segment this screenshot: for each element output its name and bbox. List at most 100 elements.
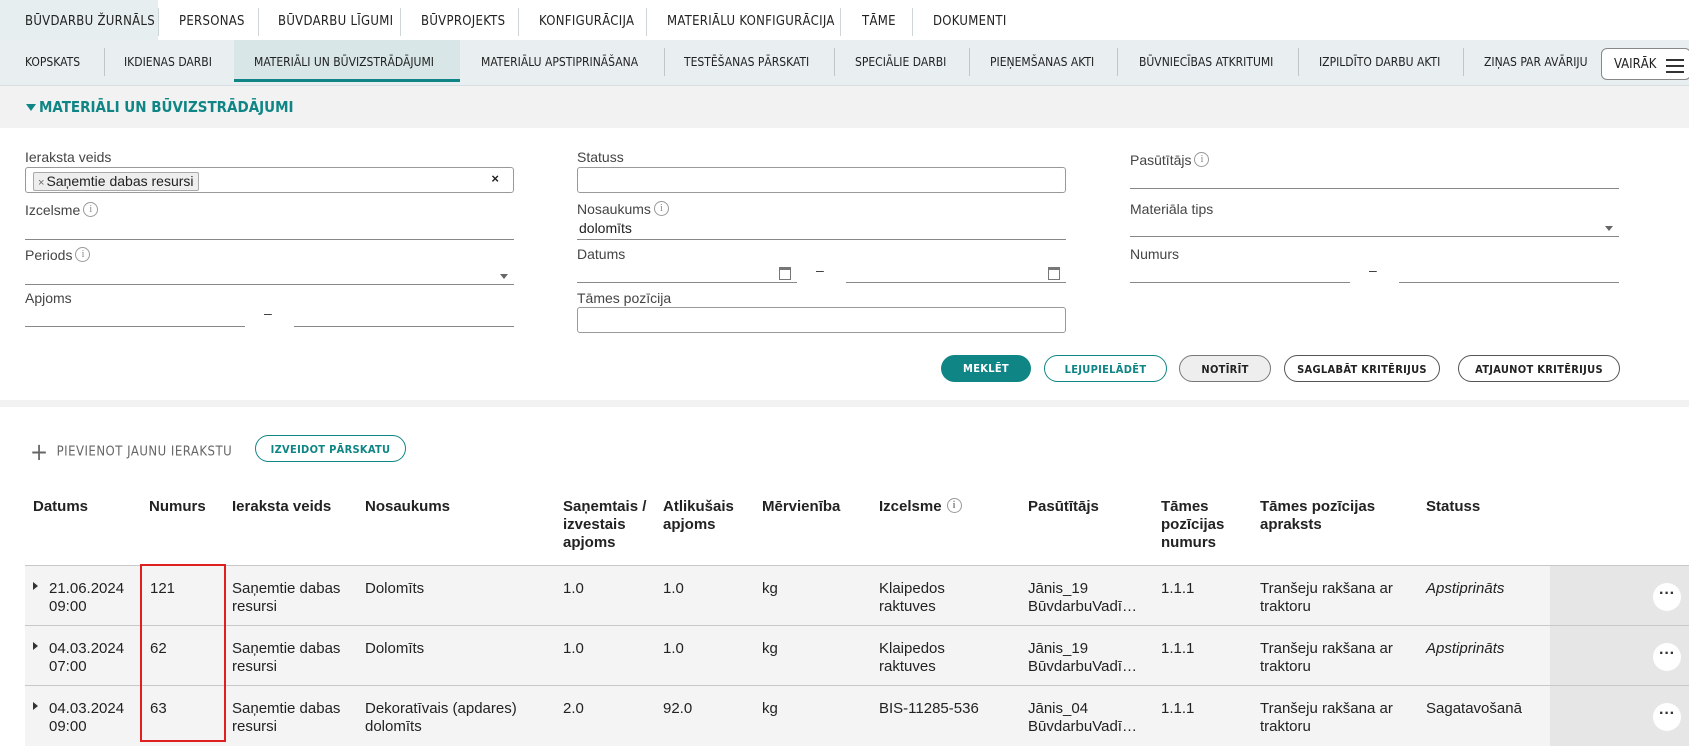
- period-select[interactable]: [25, 264, 514, 285]
- expand-row-icon[interactable]: [33, 582, 38, 590]
- top-tab-dokumenti[interactable]: Dokumenti: [933, 0, 1007, 40]
- customer-label: Pasūtītājs i: [1130, 152, 1210, 168]
- restore-criteria-button[interactable]: Atjaunot kritērijus: [1458, 355, 1620, 382]
- sub-tab-materiali[interactable]: Materiāli un būvizstrādājumi: [234, 40, 460, 82]
- top-tab-materialu-konfiguracija[interactable]: Materiālu konfigurācija: [667, 0, 835, 40]
- cell-est-num: 1.1.1: [1161, 640, 1195, 657]
- chevron-down-icon: [1605, 226, 1613, 231]
- cell-received: 1.0: [563, 580, 584, 597]
- nav-divider: [104, 48, 105, 76]
- download-button[interactable]: Lejupielādēt: [1044, 355, 1167, 382]
- origin-input[interactable]: [25, 219, 514, 240]
- material-type-select[interactable]: [1130, 216, 1619, 237]
- cell-status: Sagatavošanā: [1426, 700, 1522, 717]
- table-row[interactable]: 04.03.2024 07:00 62 Saņemtie dabas resursi…: [25, 625, 1689, 686]
- more-button[interactable]: Vairāk: [1601, 48, 1689, 80]
- volume-from-input[interactable]: [25, 306, 245, 327]
- info-icon[interactable]: i: [83, 202, 99, 217]
- sub-nav: Kopskats Ikdienas darbi Materiāli un būv…: [0, 40, 1689, 86]
- clear-icon[interactable]: ×: [491, 171, 499, 186]
- table-row[interactable]: 21.06.2024 09:00 121 Saņemtie dabas resurs…: [25, 565, 1689, 626]
- section-title: Materiāli un būvizstrādājumi: [26, 98, 294, 116]
- sub-tab-buvniecibas-atkritumi[interactable]: Būvniecības atkritumi: [1139, 40, 1273, 85]
- cell-unit: kg: [762, 700, 778, 717]
- col-header-status[interactable]: Statuss: [1426, 498, 1480, 516]
- info-icon[interactable]: i: [75, 247, 91, 262]
- cell-type: Saņemtie dabas resursi: [232, 580, 340, 616]
- create-report-button[interactable]: Izveidot pārskatu: [255, 435, 406, 462]
- volume-to-input[interactable]: [294, 306, 514, 327]
- name-input[interactable]: dolomīts: [577, 219, 1066, 240]
- sub-tab-izpildito-darbu-akti[interactable]: Izpildīto darbu akti: [1319, 40, 1440, 85]
- collapse-triangle-icon: [26, 104, 36, 111]
- col-header-est-num[interactable]: Tāmes pozīcijas numurs: [1161, 498, 1236, 552]
- sub-tab-ikdienas-darbi[interactable]: Ikdienas darbi: [124, 40, 212, 85]
- clear-button[interactable]: Notīrīt: [1179, 355, 1271, 382]
- sub-tab-kopskats[interactable]: Kopskats: [25, 40, 80, 85]
- col-header-number[interactable]: Numurs: [149, 498, 206, 516]
- sub-tab-pienemsanas-akti[interactable]: Pieņemšanas akti: [990, 40, 1094, 85]
- record-type-select[interactable]: × Saņemtie dabas resursi ×: [25, 167, 514, 193]
- add-new-record-link[interactable]: + Pievienot jaunu ierakstu: [30, 438, 232, 466]
- top-tab-buvprojekts[interactable]: Būvprojekts: [421, 0, 505, 40]
- cell-remaining: 1.0: [663, 640, 684, 657]
- info-icon[interactable]: i: [1194, 152, 1210, 167]
- col-header-type[interactable]: Ieraksta veids: [232, 498, 331, 516]
- calendar-icon[interactable]: [1048, 267, 1060, 280]
- number-from-input[interactable]: [1130, 262, 1350, 283]
- nav-divider: [969, 48, 970, 76]
- table-row[interactable]: 04.03.2024 09:00 63 Saņemtie dabas resursi…: [25, 685, 1689, 746]
- more-actions-icon[interactable]: ···: [1653, 643, 1681, 671]
- cell-origin-line2: raktuves: [879, 658, 936, 675]
- cell-name: Dolomīts: [365, 580, 424, 598]
- col-header-remaining[interactable]: Atlikušais apjoms: [663, 498, 748, 534]
- col-header-name[interactable]: Nosaukums: [365, 498, 450, 516]
- cell-customer: Jānis_19 BūvdarbuVadī…: [1028, 640, 1137, 676]
- sub-tab-testesanas-parskati[interactable]: Testēšanas pārskati: [684, 40, 809, 85]
- date-from-input[interactable]: [577, 262, 797, 283]
- range-dash: –: [816, 262, 824, 278]
- name-label-text: Nosaukums: [577, 201, 651, 217]
- estimate-pos-input[interactable]: [577, 307, 1066, 333]
- period-label: Periods i: [25, 247, 91, 263]
- top-tab-buvdarbu-zurnals[interactable]: Būvdarbu žurnāls: [0, 0, 158, 40]
- sub-tab-specialie-darbi[interactable]: Speciālie darbi: [855, 40, 946, 85]
- sub-tab-zinas-par-avariju[interactable]: Ziņas par avāriju: [1484, 40, 1594, 85]
- more-actions-icon[interactable]: ···: [1653, 703, 1681, 731]
- col-header-received[interactable]: Saņemtais / izvestais apjoms: [563, 498, 648, 552]
- cell-origin-line1: Klaipedos: [879, 640, 945, 657]
- top-tab-konfiguracija[interactable]: Konfigurācija: [539, 0, 634, 40]
- top-tab-buvdarbu-ligumi[interactable]: Būvdarbu līgumi: [278, 0, 393, 40]
- range-dash: –: [264, 305, 272, 321]
- expand-row-icon[interactable]: [33, 702, 38, 710]
- chip-remove-icon[interactable]: ×: [38, 177, 44, 189]
- col-header-origin[interactable]: Izcelsme i: [879, 498, 962, 516]
- customer-input[interactable]: [1130, 168, 1619, 189]
- col-header-customer[interactable]: Pasūtītājs: [1028, 498, 1099, 516]
- cell-est-desc-line1: Tranšeju rakšana ar: [1260, 580, 1393, 597]
- status-select[interactable]: [577, 167, 1066, 193]
- col-header-est-desc[interactable]: Tāmes pozīcijas apraksts: [1260, 498, 1395, 534]
- nav-divider: [258, 8, 259, 36]
- top-tab-tame[interactable]: Tāme: [862, 0, 896, 40]
- date-to-input[interactable]: [846, 262, 1066, 283]
- calendar-icon[interactable]: [779, 267, 791, 280]
- info-icon[interactable]: i: [653, 201, 669, 216]
- more-actions-icon[interactable]: ···: [1653, 583, 1681, 611]
- section-header[interactable]: Materiāli un būvizstrādājumi: [0, 86, 1689, 128]
- cell-date: 04.03.2024 07:00: [49, 640, 124, 676]
- top-tab-personas[interactable]: Personas: [179, 0, 245, 40]
- col-header-date[interactable]: Datums: [33, 498, 88, 516]
- record-type-chip[interactable]: × Saņemtie dabas resursi: [33, 172, 199, 191]
- number-to-input[interactable]: [1399, 262, 1619, 283]
- expand-row-icon[interactable]: [33, 642, 38, 650]
- origin-label: Izcelsme i: [25, 202, 99, 218]
- col-header-unit[interactable]: Mērvienība: [762, 498, 840, 516]
- save-criteria-button[interactable]: Saglabāt kritērijus: [1284, 355, 1440, 382]
- info-icon[interactable]: i: [946, 498, 962, 513]
- sub-tab-materialu-apstiprinasana[interactable]: Materiālu apstiprināšana: [481, 40, 638, 85]
- cell-remaining: 1.0: [663, 580, 684, 597]
- cell-date-day: 04.03.2024: [49, 640, 125, 657]
- cell-date: 04.03.2024 09:00: [49, 700, 124, 736]
- search-button[interactable]: Meklēt: [941, 355, 1031, 382]
